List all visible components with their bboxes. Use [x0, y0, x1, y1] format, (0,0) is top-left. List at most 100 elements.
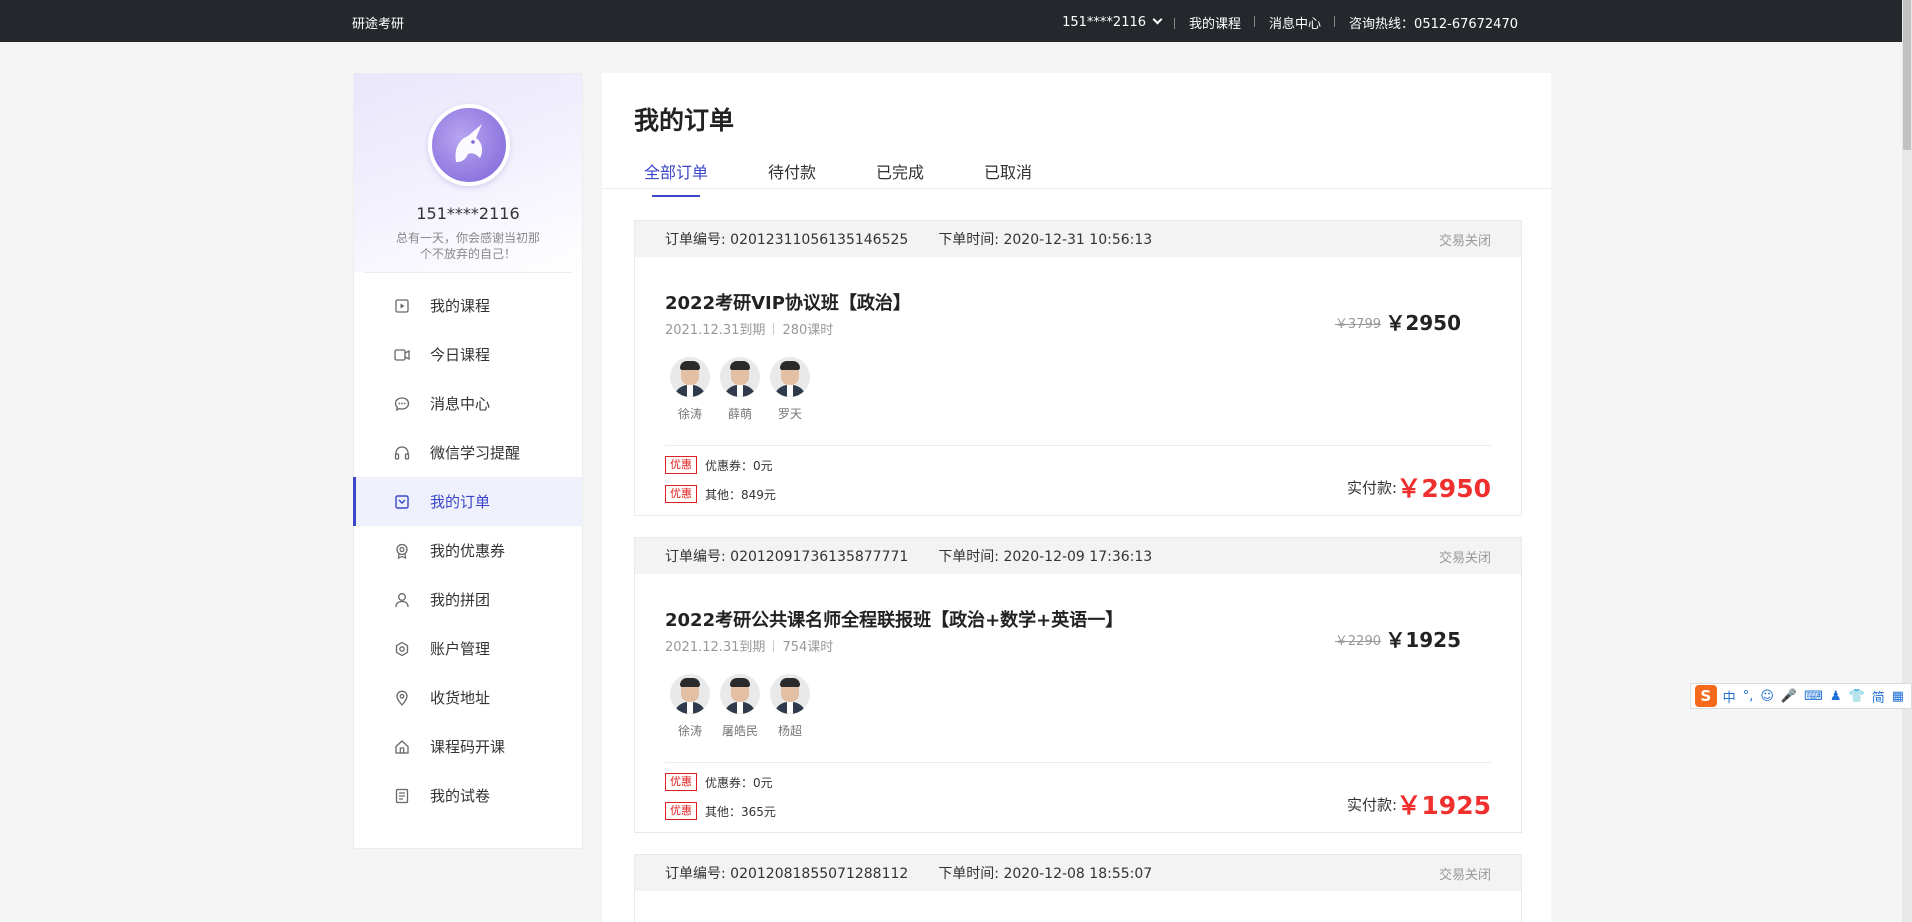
orders-panel: 我的订单 全部订单 待付款 已完成 已取消 订单编号: 020123110561…: [602, 73, 1551, 922]
ime-toolbar[interactable]: S 中 °, ☺ 🎤 ⌨ ♟ 👕 简 ▦: [1690, 683, 1912, 709]
sidebar-item-my-orders[interactable]: 我的订单: [353, 477, 582, 526]
sidebar-item-my-group-buy[interactable]: 我的拼团: [354, 575, 582, 624]
discount-tag: 优惠: [665, 456, 697, 474]
scrollbar-thumb[interactable]: [1903, 0, 1911, 150]
avatar[interactable]: [428, 104, 510, 186]
order-time: 下单时间: 2020-12-08 18:55:07: [938, 866, 1153, 882]
status-badge: 交易关闭: [1438, 233, 1491, 249]
teacher-name: 徐涛: [677, 407, 702, 421]
divider: [665, 762, 1491, 763]
original-price: ￥3799: [1334, 317, 1381, 332]
page-scrollbar[interactable]: [1902, 0, 1912, 922]
course-hours: 280课时: [782, 323, 834, 338]
coupon-amount: 优惠券：0元: [705, 775, 773, 790]
tab-divider: [602, 188, 1551, 189]
ime-emoji-icon[interactable]: ☺: [1760, 689, 1774, 704]
ime-tools-icon[interactable]: ♟: [1830, 689, 1842, 704]
discount-tag: 优惠: [665, 485, 697, 503]
profile-card: 151****2116 总有一天，你会感谢当初那个不放弃的自己！: [354, 74, 582, 272]
discount-tag: 优惠: [665, 802, 697, 820]
order-time: 下单时间: 2020-12-31 10:56:13: [938, 232, 1153, 248]
sidebar-item-label: 今日课程: [430, 346, 491, 364]
sogou-logo-icon[interactable]: S: [1695, 685, 1717, 707]
divider: [665, 445, 1491, 446]
sidebar-item-label: 我的课程: [430, 297, 491, 315]
teacher-avatar: [720, 674, 760, 714]
account-icon: [394, 641, 410, 657]
order-icon: [394, 494, 410, 510]
ime-skin-icon[interactable]: 👕: [1849, 689, 1865, 704]
chat-icon: [394, 396, 410, 412]
sidebar-item-label: 微信学习提醒: [430, 444, 521, 462]
teacher-name: 徐涛: [677, 724, 702, 738]
unicorn-icon: [455, 124, 483, 162]
teacher: 杨超: [765, 674, 815, 739]
sidebar-item-label: 我的拼团: [430, 591, 491, 609]
order-number: 订单编号: 02012081855071288112: [665, 866, 909, 882]
ime-keyboard-icon[interactable]: ⌨: [1804, 689, 1823, 704]
sidebar-item-address[interactable]: 收货地址: [354, 673, 582, 722]
coupon-discount: 优惠 优惠券：0元: [665, 773, 773, 791]
top-bar: 研途考研 151****2116 我的课程 消息中心 咨询热线：0512-676…: [0, 0, 1912, 42]
sidebar-item-my-coupons[interactable]: 我的优惠券: [354, 526, 582, 575]
teacher-name: 屠皓民: [721, 724, 758, 738]
sidebar-item-label: 课程码开课: [430, 738, 506, 756]
original-price: ￥2290: [1334, 634, 1381, 649]
course-meta: 2021.12.31到期 280课时: [665, 319, 833, 338]
group-icon: [394, 592, 410, 608]
sidebar-item-my-courses[interactable]: 我的课程: [354, 281, 582, 330]
discount-tag: 优惠: [665, 773, 697, 791]
sidebar-item-course-code[interactable]: 课程码开课: [354, 722, 582, 771]
sidebar-item-today-courses[interactable]: 今日课程: [354, 330, 582, 379]
paper-icon: [394, 788, 410, 804]
ime-menu-icon[interactable]: ▦: [1892, 689, 1904, 704]
divider: [773, 322, 775, 335]
order-body: 2022考研VIP协议班【政治】 2021.12.31到期 280课时 徐涛 薛…: [635, 257, 1521, 515]
ime-punct-toggle[interactable]: °,: [1743, 689, 1754, 704]
teacher-name: 杨超: [777, 724, 802, 738]
order-number: 订单编号: 02012311056135146525: [665, 232, 909, 248]
ime-simplified-toggle[interactable]: 简: [1872, 687, 1885, 706]
other-amount: 其他：849元: [705, 487, 776, 502]
page-title: 我的订单: [634, 106, 735, 135]
course-name[interactable]: 2022考研公共课名师全程联报班【政治+数学+英语一】: [665, 606, 1123, 632]
sidebar-item-account[interactable]: 账户管理: [354, 624, 582, 673]
teacher-name: 薛萌: [727, 407, 752, 421]
ime-lang-toggle[interactable]: 中: [1723, 687, 1736, 706]
play-box-icon: [394, 298, 410, 314]
home-icon: [394, 739, 410, 755]
course-hours: 754课时: [782, 640, 834, 655]
teacher-avatar: [770, 357, 810, 397]
brand-link[interactable]: 研途考研: [352, 13, 404, 32]
course-name[interactable]: 2022考研VIP协议班【政治】: [665, 289, 911, 315]
course-meta: 2021.12.31到期 754课时: [665, 636, 833, 655]
teacher-name: 罗天: [777, 407, 802, 421]
paid-amount: ￥2950: [1396, 474, 1491, 503]
order-body: 2022考研公共课名师全程联报班【政治+数学+英语一】 2021.12.31到期…: [635, 574, 1521, 832]
video-icon: [394, 347, 410, 363]
messages-link[interactable]: 消息中心: [1255, 13, 1336, 32]
username: 151****2116: [416, 204, 520, 223]
my-courses-link[interactable]: 我的课程: [1175, 13, 1256, 32]
teacher-avatar: [670, 674, 710, 714]
teacher: 罗天: [765, 357, 815, 422]
sidebar-item-label: 账户管理: [430, 640, 491, 658]
sidebar-item-label: 我的订单: [430, 493, 491, 511]
sidebar-item-my-papers[interactable]: 我的试卷: [354, 771, 582, 820]
sidebar-menu: 我的课程 今日课程 消息中心 微信学习提醒 我的订单 我的优惠券 我的拼团 账户…: [353, 273, 582, 820]
order-card[interactable]: 订单编号: 02012091736135877771 下单时间: 2020-12…: [634, 537, 1522, 833]
user-menu[interactable]: 151****2116: [1048, 14, 1175, 30]
order-card[interactable]: 订单编号: 02012081855071288112 下单时间: 2020-12…: [634, 854, 1522, 922]
order-card[interactable]: 订单编号: 02012311056135146525 下单时间: 2020-12…: [634, 220, 1522, 516]
ime-voice-icon[interactable]: 🎤: [1781, 689, 1797, 704]
teacher: 薛萌: [715, 357, 765, 422]
sidebar: 151****2116 总有一天，你会感谢当初那个不放弃的自己！ 我的课程 今日…: [353, 73, 583, 849]
sidebar-item-wechat-reminder[interactable]: 微信学习提醒: [354, 428, 582, 477]
teacher-avatar: [720, 357, 760, 397]
sidebar-item-messages[interactable]: 消息中心: [354, 379, 582, 428]
hotline-text: 咨询热线：0512-67672470: [1349, 17, 1518, 32]
other-discount: 优惠 其他：365元: [665, 802, 776, 820]
order-time: 下单时间: 2020-12-09 17:36:13: [938, 549, 1153, 565]
teacher: 屠皓民: [715, 674, 765, 739]
expire-date: 2021.12.31到期: [665, 323, 766, 338]
